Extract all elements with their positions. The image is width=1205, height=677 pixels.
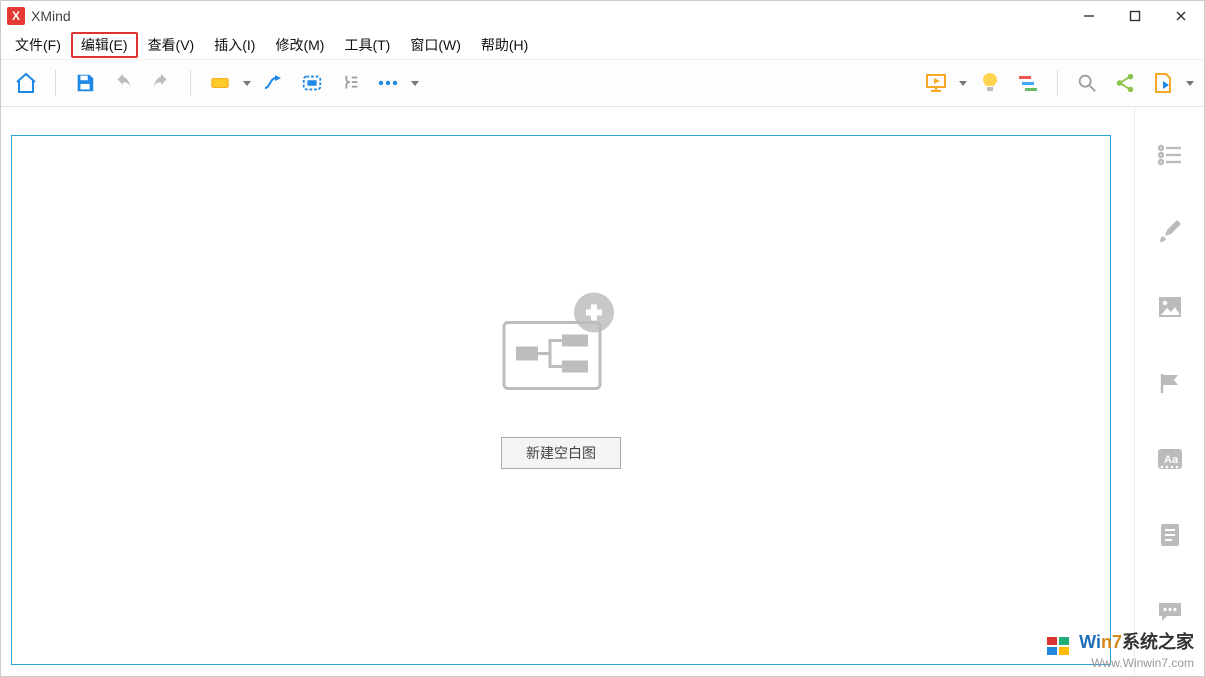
- save-button[interactable]: [68, 66, 102, 100]
- toolbar-separator: [1057, 70, 1058, 96]
- redo-button[interactable]: [144, 66, 178, 100]
- search-button[interactable]: [1070, 66, 1104, 100]
- presentation-button[interactable]: [919, 66, 953, 100]
- toolbar-separator: [55, 70, 56, 96]
- format-brush-icon[interactable]: [1156, 217, 1184, 245]
- minimize-button[interactable]: [1066, 1, 1112, 31]
- marker-flag-icon[interactable]: [1156, 369, 1184, 397]
- home-button[interactable]: [9, 66, 43, 100]
- image-icon[interactable]: [1156, 293, 1184, 321]
- relationship-button[interactable]: [257, 66, 291, 100]
- new-blank-map-button[interactable]: 新建空白图: [501, 437, 621, 469]
- comments-icon[interactable]: [1156, 597, 1184, 625]
- gantt-button[interactable]: [1011, 66, 1045, 100]
- watermark-text-2: n7: [1101, 632, 1122, 652]
- topic-button[interactable]: [203, 66, 237, 100]
- more-button[interactable]: [371, 66, 405, 100]
- watermark: Win7系统之家 Www.Winwin7.com: [1044, 628, 1194, 670]
- menu-tools[interactable]: 工具(T): [334, 32, 400, 58]
- app-logo-icon: X: [7, 7, 25, 25]
- menu-window[interactable]: 窗口(W): [400, 32, 471, 58]
- presentation-dropdown[interactable]: [957, 66, 969, 100]
- summary-button[interactable]: [333, 66, 367, 100]
- toolbar: [1, 59, 1204, 107]
- window-controls: [1066, 1, 1204, 31]
- boundary-button[interactable]: [295, 66, 329, 100]
- menu-modify[interactable]: 修改(M): [265, 32, 334, 58]
- text-style-icon[interactable]: Aa: [1156, 445, 1184, 473]
- canvas-area: 新建空白图: [1, 107, 1134, 676]
- main-area: 新建空白图 Aa: [1, 107, 1204, 676]
- watermark-text-3: 系统之家: [1122, 632, 1194, 652]
- notes-icon[interactable]: [1156, 521, 1184, 549]
- toolbar-separator: [190, 70, 191, 96]
- undo-button[interactable]: [106, 66, 140, 100]
- empty-map-icon: [496, 291, 626, 404]
- menu-view[interactable]: 查看(V): [138, 32, 205, 58]
- close-button[interactable]: [1158, 1, 1204, 31]
- menu-file[interactable]: 文件(F): [5, 32, 71, 58]
- share-button[interactable]: [1108, 66, 1142, 100]
- watermark-text-1: Wi: [1079, 632, 1101, 652]
- canvas[interactable]: 新建空白图: [11, 135, 1111, 665]
- menu-help[interactable]: 帮助(H): [471, 32, 538, 58]
- export-dropdown[interactable]: [1184, 66, 1196, 100]
- more-dropdown[interactable]: [409, 66, 421, 100]
- menu-bar: 文件(F) 编辑(E) 查看(V) 插入(I) 修改(M) 工具(T) 窗口(W…: [1, 31, 1204, 59]
- svg-text:Aa: Aa: [1164, 454, 1179, 466]
- brainstorm-button[interactable]: [973, 66, 1007, 100]
- topic-dropdown[interactable]: [241, 66, 253, 100]
- maximize-button[interactable]: [1112, 1, 1158, 31]
- watermark-url: Www.Winwin7.com: [1091, 656, 1194, 670]
- format-panel: Aa: [1134, 107, 1204, 676]
- watermark-logo-icon: [1044, 634, 1072, 656]
- menu-insert[interactable]: 插入(I): [204, 32, 265, 58]
- menu-edit[interactable]: 编辑(E): [71, 32, 138, 58]
- app-title: XMind: [31, 8, 71, 24]
- outline-icon[interactable]: [1156, 141, 1184, 169]
- title-bar: X XMind: [1, 1, 1204, 31]
- export-button[interactable]: [1146, 66, 1180, 100]
